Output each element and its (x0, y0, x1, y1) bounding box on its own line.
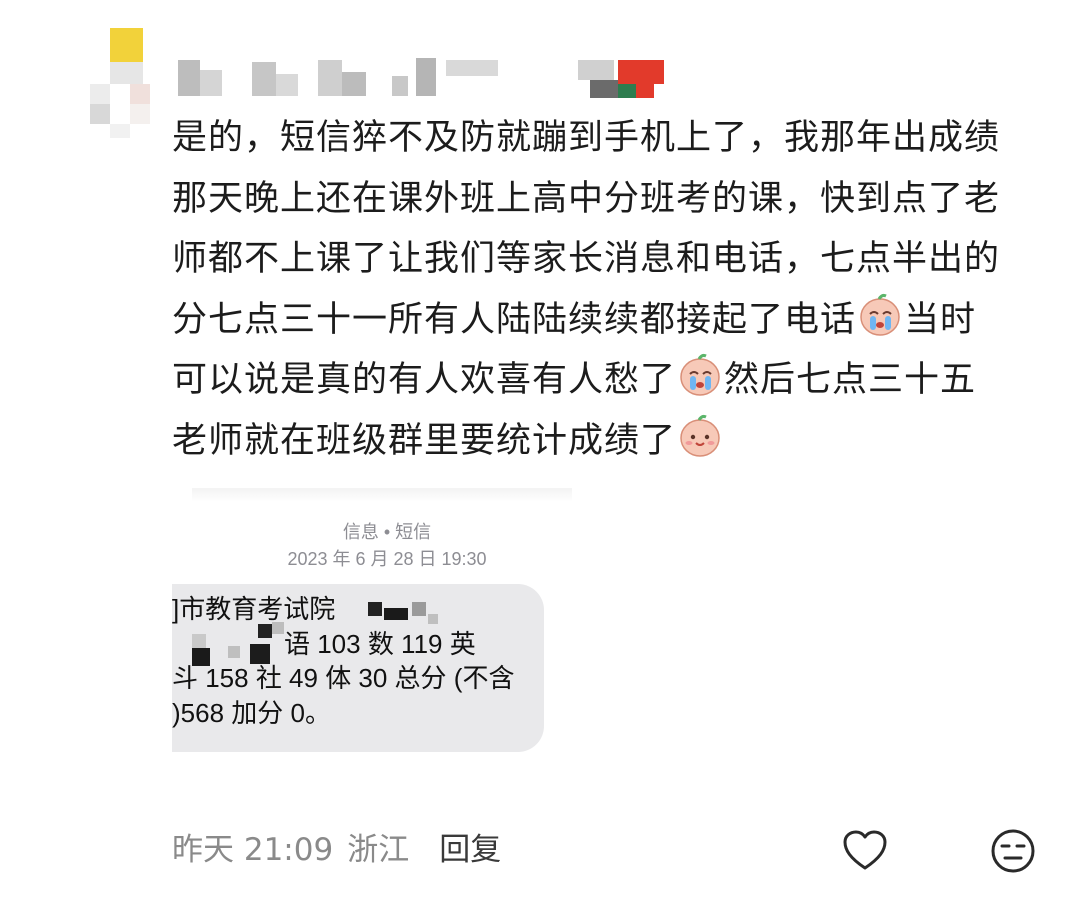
redaction-mosaic (258, 624, 272, 638)
comment-text: 老师就在班级群里要统计成绩了 (172, 420, 677, 461)
comment-text: 可以说是真的有人欢喜有人愁了 (172, 360, 677, 400)
sms-line: )568 加分 0。 (172, 697, 331, 728)
redaction-mosaic (368, 602, 382, 616)
sms-line: 语 103 数 119 英 (284, 628, 476, 659)
comment-line: 那天晚上还在课外班上高中分班考的课，快到点了老 (172, 178, 1001, 219)
sms-line: ]市教育考试院 (172, 594, 336, 624)
sms-timestamp: 2023 年 6 月 28 日 19:30 (287, 549, 487, 569)
comment-line: 分七点三十一所有人陆陆续续都接起了电话 当时 (172, 290, 1052, 351)
redaction-mosaic (192, 634, 206, 648)
comment-location: 浙江 (347, 832, 410, 868)
sms-text: ]市教育考试院 语 103 数 119 英 斗 158 社 49 体 30 总分… (172, 592, 514, 730)
sms-line: 斗 158 社 49 体 30 总分 (不含 (172, 663, 515, 693)
comment-body: 是的，短信猝不及防就蹦到手机上了，我那年出成绩 那天晚上还在课外班上高中分班考的… (172, 108, 1052, 471)
avatar[interactable] (70, 28, 170, 138)
redaction-mosaic (412, 602, 426, 616)
emoji-face-icon[interactable] (990, 828, 1036, 874)
comment-text: 分七点三十一所有人陆陆续续都接起了电话 (172, 299, 857, 340)
smiling-emoji-icon (680, 414, 720, 457)
comment-text: 然后七点三十五 (724, 360, 977, 400)
screenshot-edge (192, 488, 572, 502)
crying-emoji-icon (860, 293, 900, 336)
username[interactable] (178, 48, 678, 108)
comment-line: 师都不上课了让我们等家长消息和电话，七点半出的 (172, 239, 1001, 279)
redaction-mosaic (192, 648, 210, 666)
redaction-mosaic (250, 644, 270, 664)
comment-footer: 昨天 21:09 浙江 回复 (172, 824, 501, 869)
sms-screenshot[interactable]: 信息 • 短信 2023 年 6 月 28 日 19:30 ]市教育考试院 语 … (172, 488, 572, 758)
redaction-mosaic (228, 646, 240, 658)
comment-line: 可以说是真的有人欢喜有人愁了 然后七点三十五 (172, 350, 1052, 411)
sms-bubble: ]市教育考试院 语 103 数 119 英 斗 158 社 49 体 30 总分… (172, 584, 544, 752)
crying-emoji-icon (680, 353, 720, 396)
comment-time: 昨天 21:09 (172, 832, 334, 868)
redaction-mosaic (428, 614, 438, 624)
redaction-mosaic (272, 622, 284, 634)
comment-line: 老师就在班级群里要统计成绩了 (172, 411, 1052, 472)
sms-app-label: 信息 • 短信 (342, 522, 432, 542)
comment-line: 是的，短信猝不及防就蹦到手机上了，我那年出成绩 (172, 118, 1001, 158)
heart-icon[interactable] (842, 828, 888, 874)
redaction-mosaic (384, 608, 408, 620)
comment-text: 当时 (904, 299, 977, 340)
reply-button[interactable]: 回复 (439, 824, 501, 869)
